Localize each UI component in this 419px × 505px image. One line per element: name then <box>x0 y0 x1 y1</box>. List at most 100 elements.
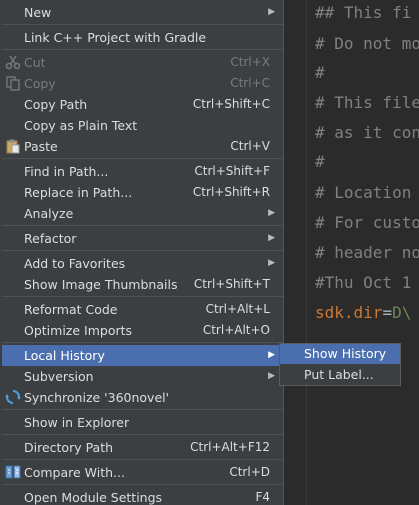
submenu-item-put-label[interactable]: Put Label... <box>280 365 400 385</box>
submenu-arrow-icon: ▶ <box>268 7 275 17</box>
menu-item-copy[interactable]: Copy Ctrl+C <box>2 73 283 94</box>
menu-item-subversion[interactable]: Subversion ▶ <box>2 366 283 387</box>
menu-item-show-in-explorer[interactable]: Show in Explorer <box>2 412 283 433</box>
menu-separator <box>2 409 283 410</box>
menu-item-paste[interactable]: Paste Ctrl+V <box>2 136 283 157</box>
menu-item-reformat-code[interactable]: Reformat Code Ctrl+Alt+L <box>2 299 283 320</box>
code-line-sdk: sdk.dir=D\ <box>315 303 411 323</box>
menu-item-label: Directory Path <box>24 440 114 455</box>
menu-item-add-to-favorites[interactable]: Add to Favorites ▶ <box>2 253 283 274</box>
menu-item-optimize-imports[interactable]: Optimize Imports Ctrl+Alt+O <box>2 320 283 341</box>
menu-item-show-image-thumbnails[interactable]: Show Image Thumbnails Ctrl+Shift+T <box>2 274 283 295</box>
code-line: # as it con <box>315 123 419 142</box>
menu-item-link-cpp[interactable]: Link C++ Project with Gradle <box>2 27 283 48</box>
menu-separator <box>2 342 283 343</box>
menu-item-replace-in-path[interactable]: Replace in Path... Ctrl+Shift+R <box>2 182 283 203</box>
menu-separator <box>2 225 283 226</box>
menu-separator <box>2 250 283 251</box>
code-line: # <box>315 152 325 171</box>
code-line: # This file <box>315 93 419 112</box>
menu-item-label: Cut <box>24 55 46 70</box>
menu-separator <box>2 459 283 460</box>
menu-item-label: Compare With... <box>24 465 125 480</box>
submenu-arrow-icon: ▶ <box>268 371 275 381</box>
menu-item-compare-with[interactable]: Compare With... Ctrl+D <box>2 462 283 483</box>
property-equals: = <box>382 303 393 322</box>
menu-item-label: Add to Favorites <box>24 256 126 271</box>
submenu-arrow-icon: ▶ <box>268 208 275 218</box>
menu-item-label: Analyze <box>24 206 74 221</box>
local-history-submenu: Show History Put Label... <box>279 343 401 386</box>
code-line: # header no <box>315 243 419 262</box>
submenu-arrow-icon: ▶ <box>268 258 275 268</box>
property-key: sdk.dir <box>315 303 383 322</box>
menu-item-new[interactable]: New ▶ <box>2 2 283 23</box>
menu-item-copy-plain-text[interactable]: Copy as Plain Text <box>2 115 283 136</box>
editor-gutter-divider <box>306 0 307 505</box>
menu-item-refactor[interactable]: Refactor ▶ <box>2 228 283 249</box>
sync-icon <box>5 389 21 405</box>
menu-item-label: Copy as Plain Text <box>24 118 138 133</box>
menu-item-label: Refactor <box>24 231 77 246</box>
menu-item-label: Copy Path <box>24 97 88 112</box>
menu-item-cut[interactable]: Cut Ctrl+X <box>2 52 283 73</box>
menu-item-label: Copy <box>24 76 56 91</box>
submenu-arrow-icon: ▶ <box>268 233 275 243</box>
menu-item-shortcut: Ctrl+Shift+F <box>194 164 270 178</box>
ide-window: ## This fi # Do not mo # # This file # a… <box>0 0 419 505</box>
copy-icon <box>5 75 21 91</box>
menu-item-find-in-path[interactable]: Find in Path... Ctrl+Shift+F <box>2 161 283 182</box>
menu-separator <box>2 24 283 25</box>
menu-item-open-module-settings[interactable]: Open Module Settings F4 <box>2 487 283 505</box>
submenu-arrow-icon: ▶ <box>268 350 275 360</box>
menu-separator <box>2 49 283 50</box>
menu-item-label: Subversion <box>24 369 94 384</box>
code-line: ## This fi <box>315 3 412 22</box>
menu-item-copy-path[interactable]: Copy Path Ctrl+Shift+C <box>2 94 283 115</box>
menu-item-label: Optimize Imports <box>24 323 133 338</box>
menu-item-shortcut: Ctrl+Alt+L <box>205 302 270 316</box>
menu-item-shortcut: Ctrl+Shift+T <box>193 277 270 291</box>
menu-item-label: New <box>24 5 52 20</box>
menu-item-label: Show Image Thumbnails <box>24 277 178 292</box>
menu-item-shortcut: Ctrl+D <box>229 465 270 479</box>
menu-item-label: Show in Explorer <box>24 415 130 430</box>
menu-separator <box>2 484 283 485</box>
code-line: # <box>315 63 325 82</box>
compare-icon <box>5 464 21 480</box>
menu-item-analyze[interactable]: Analyze ▶ <box>2 203 283 224</box>
menu-item-shortcut: Ctrl+V <box>230 139 270 153</box>
submenu-item-show-history[interactable]: Show History <box>280 344 400 364</box>
menu-item-shortcut: Ctrl+Alt+F12 <box>190 440 270 454</box>
menu-item-shortcut: Ctrl+Shift+C <box>192 97 270 111</box>
menu-item-shortcut: Ctrl+C <box>230 76 270 90</box>
context-menu: New ▶ Link C++ Project with Gradle Cut C… <box>2 0 284 505</box>
code-line: # Location <box>315 183 412 202</box>
code-line: # For custo <box>315 213 419 232</box>
menu-item-shortcut: Ctrl+X <box>230 55 270 69</box>
menu-item-label: Replace in Path... <box>24 185 133 200</box>
menu-item-label: Synchronize '360novel' <box>24 390 170 405</box>
menu-item-label: Find in Path... <box>24 164 109 179</box>
menu-separator <box>2 158 283 159</box>
submenu-item-label: Show History <box>304 346 387 361</box>
code-line: #Thu Oct 1 <box>315 273 412 292</box>
menu-item-label: Reformat Code <box>24 302 118 317</box>
menu-separator <box>2 434 283 435</box>
menu-item-label: Open Module Settings <box>24 490 163 505</box>
menu-item-directory-path[interactable]: Directory Path Ctrl+Alt+F12 <box>2 437 283 458</box>
menu-item-synchronize[interactable]: Synchronize '360novel' <box>2 387 283 408</box>
menu-item-shortcut: F4 <box>255 490 270 504</box>
scissors-icon <box>5 54 21 70</box>
submenu-item-label: Put Label... <box>304 367 374 382</box>
menu-item-label: Local History <box>24 348 105 363</box>
menu-item-shortcut: Ctrl+Shift+R <box>192 185 270 199</box>
menu-item-label: Paste <box>24 139 58 154</box>
code-line: # Do not mo <box>315 34 419 53</box>
menu-item-local-history[interactable]: Local History ▶ <box>2 345 283 366</box>
menu-separator <box>2 296 283 297</box>
menu-item-shortcut: Ctrl+Alt+O <box>202 323 270 337</box>
paste-icon <box>5 138 21 154</box>
property-value: D\ <box>392 303 412 322</box>
menu-item-label: Link C++ Project with Gradle <box>24 30 207 45</box>
